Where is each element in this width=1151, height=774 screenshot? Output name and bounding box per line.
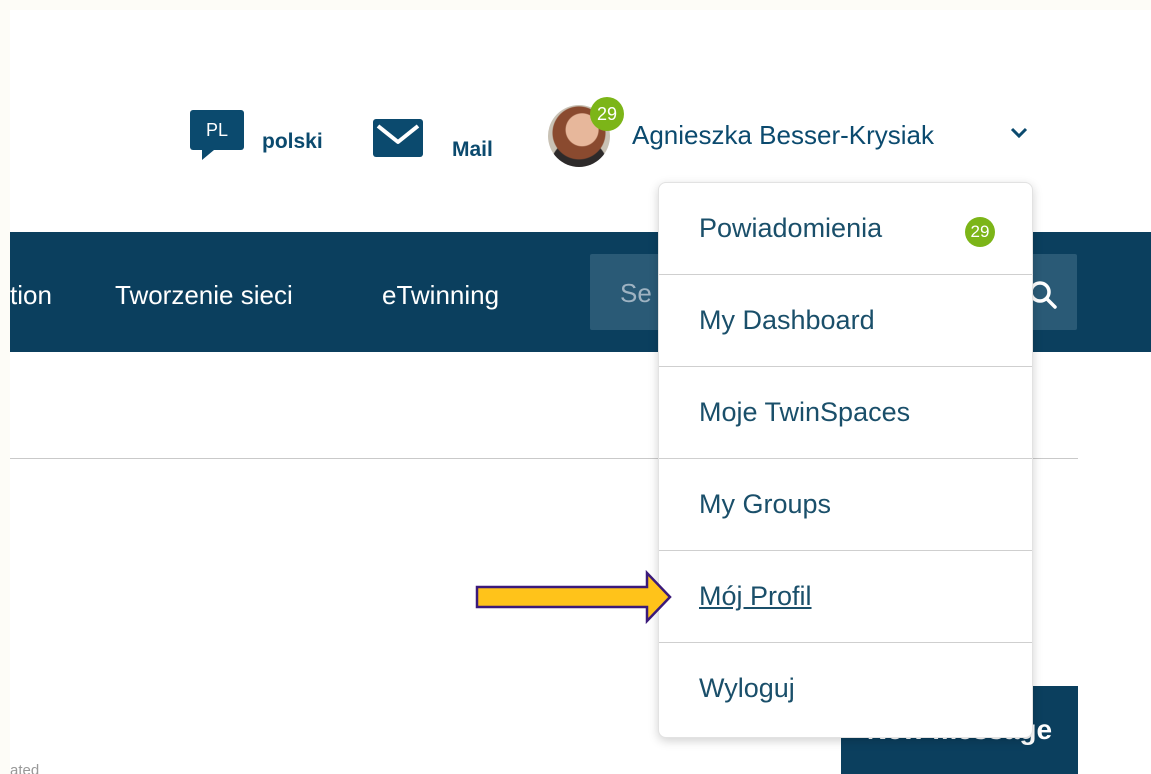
notifications-badge: 29 bbox=[965, 217, 995, 247]
menu-item-groups[interactable]: My Groups bbox=[659, 459, 1032, 551]
mail-label[interactable]: Mail bbox=[452, 138, 493, 162]
menu-item-label: Wyloguj bbox=[699, 673, 795, 703]
page: PL polski Mail 29 Agnieszka Besser-Krysi… bbox=[10, 10, 1151, 774]
bottom-text: ated bbox=[10, 762, 40, 774]
user-name[interactable]: Agnieszka Besser-Krysiak bbox=[632, 120, 934, 151]
mail-icon[interactable] bbox=[372, 118, 424, 158]
menu-item-label: Moje TwinSpaces bbox=[699, 397, 911, 427]
menu-item-profile[interactable]: Mój Profil bbox=[659, 551, 1032, 643]
menu-item-label: My Groups bbox=[699, 489, 832, 519]
menu-item-logout[interactable]: Wyloguj bbox=[659, 643, 1032, 735]
language-badge[interactable]: PL bbox=[190, 110, 244, 160]
chevron-down-icon[interactable] bbox=[1008, 125, 1030, 141]
nav-item-networking[interactable]: Tworzenie sieci bbox=[115, 280, 293, 311]
menu-item-label: My Dashboard bbox=[699, 305, 875, 335]
language-code: PL bbox=[205, 119, 229, 140]
nav-item-etwinning[interactable]: eTwinning bbox=[382, 280, 499, 311]
menu-item-label: Mój Profil bbox=[699, 581, 812, 611]
nav-item-partial[interactable]: tion bbox=[10, 280, 52, 311]
menu-item-dashboard[interactable]: My Dashboard bbox=[659, 275, 1032, 367]
user-dropdown-menu: Powiadomienia 29 My Dashboard Moje TwinS… bbox=[658, 182, 1033, 738]
menu-item-twinspaces[interactable]: Moje TwinSpaces bbox=[659, 367, 1032, 459]
menu-item-notifications[interactable]: Powiadomienia 29 bbox=[659, 183, 1032, 275]
language-label[interactable]: polski bbox=[262, 130, 323, 154]
annotation-arrow-icon bbox=[475, 570, 672, 624]
search-placeholder: Se bbox=[620, 278, 652, 308]
notification-count: 29 bbox=[596, 103, 618, 124]
menu-item-label: Powiadomienia bbox=[699, 213, 883, 243]
notification-badge: 29 bbox=[590, 97, 624, 131]
